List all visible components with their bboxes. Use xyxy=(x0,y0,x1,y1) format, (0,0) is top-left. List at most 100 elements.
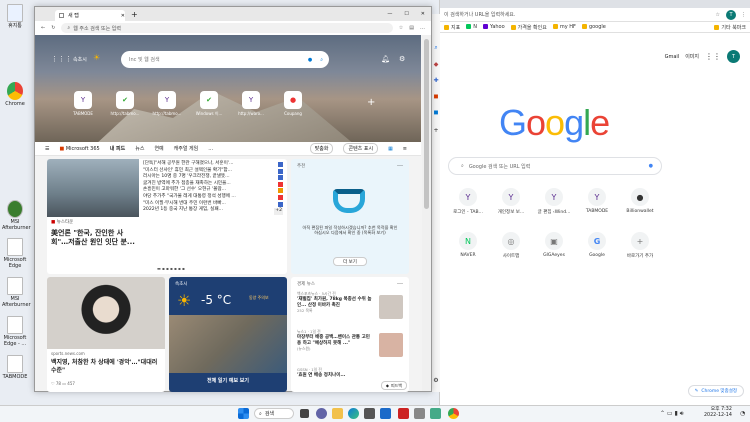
refresh-icon[interactable]: ↻ xyxy=(51,25,55,31)
settings-icon[interactable]: ⚙ xyxy=(399,55,405,63)
task-view-icon[interactable] xyxy=(300,409,309,418)
more-icon[interactable]: … xyxy=(420,25,425,31)
new-tab-icon[interactable]: + xyxy=(131,10,138,19)
weather-card[interactable]: 속초시 ☀ -5 °C 동양 주의보 전체 일기 예보 보기 xyxy=(169,277,287,392)
add-quick-link-icon[interactable]: + xyxy=(367,97,375,108)
mail-icon[interactable] xyxy=(380,408,391,419)
scrollbar-thumb[interactable] xyxy=(424,39,429,209)
system-tray[interactable]: ⌃ ▭ ▮ 🔊︎ xyxy=(660,410,684,418)
bookmark[interactable]: google xyxy=(581,24,606,30)
desktop-icon-edge-2[interactable]: Microsoft Edge - ... xyxy=(2,316,28,347)
story-item[interactable]: 백스포츠뉴스 · 5시간 전 '재벌집' 최가원, 78kg 복종선 수위 높인… xyxy=(297,291,403,325)
news-item[interactable]: 러시아는 10명 중 7명 '우크라전쟁, 끝낼뜻... xyxy=(143,174,283,181)
tab-new-tab[interactable]: 새 탭 ✕ xyxy=(55,10,125,21)
hero-search-input[interactable]: Inc 및 웹 검색 ● ⌕ xyxy=(121,51,329,68)
images-link[interactable]: 이미지 xyxy=(685,53,699,60)
close-window-icon[interactable]: ✕ xyxy=(421,11,425,17)
apps-icon[interactable]: ⋮⋮ xyxy=(705,52,721,61)
weather-forecast-link[interactable]: 전체 일기 예보 보기 xyxy=(169,377,287,384)
chrome-omnibox[interactable]: 이 검색하거나 URL을 입력하세요. ☆ T ⋮ xyxy=(440,8,750,22)
shortcut[interactable]: Y 글 편집 ‹Wind... xyxy=(536,188,572,215)
shortcut[interactable]: Y 로그인 - TAB... xyxy=(450,188,486,215)
favorites-icon[interactable]: ☆ xyxy=(399,25,403,31)
quick-link[interactable]: ✔ Windows 이... xyxy=(194,91,224,117)
location-label[interactable]: 속초시 xyxy=(73,56,87,63)
quick-link[interactable]: Yhttp://waro... xyxy=(236,91,266,116)
nav-item[interactable]: ■ Microsoft 365 xyxy=(59,146,99,152)
more-icon[interactable]: … xyxy=(208,146,213,152)
gmail-link[interactable]: Gmail xyxy=(665,54,680,60)
news-item[interactable]: 손흥민이 고마워한 '그 선수' 오현규 '볼땀... xyxy=(143,187,283,194)
shortcut[interactable]: ◎ 사이트맵 xyxy=(493,232,529,259)
quick-link[interactable]: ✔ http://tabmo... xyxy=(110,91,140,116)
quick-link[interactable]: Y TABMODE xyxy=(68,91,98,116)
customize-chrome-button[interactable]: ✎ Chrome 맞춤설정 xyxy=(687,385,744,397)
nav-item[interactable]: 캐주얼 게임 xyxy=(174,145,199,152)
edge-scrollbar[interactable] xyxy=(422,35,431,391)
search-icon[interactable]: ⌕ xyxy=(432,44,440,52)
minimize-icon[interactable]: — xyxy=(387,11,392,17)
mic-icon[interactable]: ● xyxy=(308,57,312,63)
google-search-input[interactable]: ⌕ Google 검색 또는 URL 입력 ● xyxy=(448,157,662,175)
filezilla-icon[interactable] xyxy=(398,408,409,419)
outlook-icon[interactable]: ◼ xyxy=(432,108,440,116)
shopping-icon[interactable]: ◆ xyxy=(432,60,440,68)
chat-icon[interactable] xyxy=(316,408,327,419)
bookmark-other[interactable]: 기타 북마크 xyxy=(714,24,746,31)
notification-bell-icon[interactable]: ◔ xyxy=(740,410,745,417)
customize-button[interactable]: 맞춤화 xyxy=(309,143,334,154)
desktop-icon-tabmode[interactable]: TABMODE xyxy=(2,355,28,380)
maximize-icon[interactable]: ☐ xyxy=(404,11,408,17)
profile-avatar[interactable]: T xyxy=(726,9,736,20)
nav-item[interactable]: 내 피드 xyxy=(110,145,126,152)
tools-icon[interactable]: ✚ xyxy=(432,76,440,84)
desktop-icon-recycle-bin[interactable]: 휴지통 xyxy=(2,4,28,29)
close-icon[interactable]: ✕ xyxy=(121,13,125,19)
nav-item[interactable]: 뉴스 xyxy=(135,145,144,152)
content-display-button[interactable]: 콘텐츠 표시 xyxy=(343,143,379,154)
grid-view-icon[interactable]: ▦ xyxy=(388,146,393,152)
shortcut[interactable]: ● Billionwallet xyxy=(622,188,658,214)
chrome-taskbar-icon[interactable] xyxy=(448,408,459,419)
more-badge[interactable]: +2 xyxy=(274,208,283,215)
windows-start-icon[interactable] xyxy=(238,408,249,419)
search-icon[interactable]: ⌕ xyxy=(320,57,323,63)
desktop-icon-edge[interactable]: Microsoft Edge xyxy=(2,238,28,269)
shortcut[interactable]: Y 개인정보 보... xyxy=(493,188,529,215)
shortcut[interactable]: Y TABMODE xyxy=(579,188,615,214)
more-icon[interactable]: … xyxy=(397,279,403,286)
feedback-button[interactable]: ◆ 피드백 xyxy=(380,381,407,390)
mic-icon[interactable]: ● xyxy=(649,163,653,169)
app-icon[interactable] xyxy=(430,408,441,419)
apps-launcher-icon[interactable]: ⋮⋮⋮ xyxy=(51,55,72,63)
edge-taskbar-icon[interactable] xyxy=(348,408,359,419)
shortcut[interactable]: N NAVER xyxy=(450,232,486,258)
office-icon[interactable]: ◼ xyxy=(432,92,440,100)
desktop-icon-chrome[interactable]: Chrome xyxy=(2,82,28,107)
add-icon[interactable]: + xyxy=(432,126,440,134)
star-icon[interactable]: ☆ xyxy=(716,12,720,18)
address-bar[interactable]: ⌕ 웹 주소 검색 또는 입력 xyxy=(61,23,393,33)
story-item[interactable]: 뉴스1 · 1일 전 마장부터 배중 공백…밴이스 관통 고민용 하고 "예상하… xyxy=(297,329,403,363)
news-item[interactable]: [단독]"서해 공무원 한관 구해졌으나, 서훈이'... xyxy=(143,161,283,168)
nav-item[interactable]: 연예 xyxy=(154,145,163,152)
settings-icon[interactable]: ⚙ xyxy=(432,376,440,384)
carousel-dots[interactable]: ▬ ▪ ▪ ▪ ▪ ▪ ▪ xyxy=(157,266,185,271)
taskbar-search[interactable]: ⌕ 검색 xyxy=(254,408,294,419)
bookmark[interactable]: N xyxy=(466,24,477,30)
desktop-icon-msi-2[interactable]: MSI Afterburner xyxy=(2,277,31,308)
menu-icon[interactable]: ⋮ xyxy=(741,12,746,18)
photo-story-card[interactable]: sports.news.com 백지영, 처참한 차 상태에 '경악'…"대대러… xyxy=(47,277,165,392)
bookmark[interactable]: 지표 xyxy=(444,24,460,31)
more-icon[interactable]: … xyxy=(397,161,403,168)
clock[interactable]: 오후 7:32 2022-12-14 xyxy=(704,407,732,419)
account-avatar[interactable]: T xyxy=(727,50,740,63)
desktop-icon-msi[interactable]: MSI Afterburner xyxy=(2,200,31,231)
menu-icon[interactable]: ☰ xyxy=(45,146,49,152)
shortcut[interactable]: ▣ GIGAeyes xyxy=(536,232,572,258)
weather-alert[interactable]: 동양 주의보 xyxy=(249,295,269,301)
collections-icon[interactable]: ▤ xyxy=(409,25,414,31)
notification-icon[interactable]: 🔔︎ xyxy=(381,55,390,63)
bookmark[interactable]: 가격을 확인요 xyxy=(510,24,547,31)
news-item[interactable]: 야당 추가추 "국가물 레게 대통령 정석 성행에 ... xyxy=(143,194,283,201)
